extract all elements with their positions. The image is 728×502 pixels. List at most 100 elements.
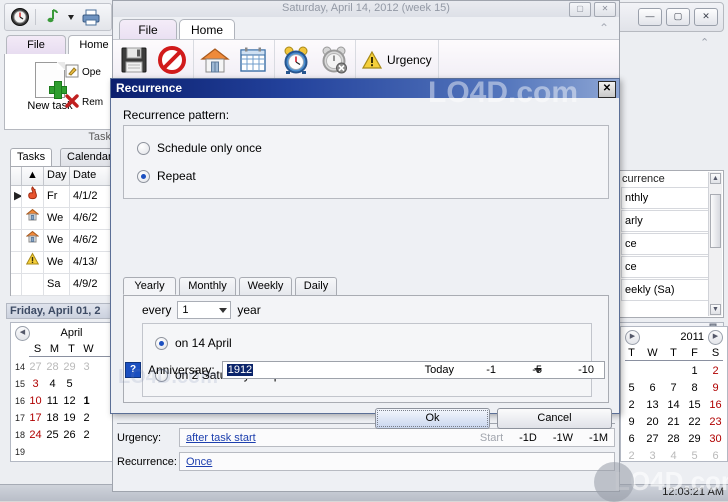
calendar-day[interactable]: 27 — [27, 361, 44, 373]
ribbon-tab-file[interactable]: File — [6, 35, 66, 55]
option-on-date[interactable]: on 14 April — [155, 336, 232, 350]
calendar-day[interactable]: 22 — [684, 416, 705, 428]
close-icon[interactable]: ✕ — [594, 2, 616, 17]
list-item[interactable]: arly — [621, 210, 709, 232]
urgency-quick-start[interactable]: Start — [480, 432, 503, 444]
alarm-off-icon[interactable] — [319, 45, 349, 75]
calendar-day[interactable]: 27 — [642, 433, 663, 445]
tab-monthly[interactable]: Monthly — [179, 277, 236, 295]
calendar-day[interactable]: 12 — [61, 395, 78, 407]
calendar-day[interactable]: 30 — [705, 433, 726, 445]
anniversary-quick-minus5[interactable]: -5 — [532, 364, 542, 376]
calendar-day[interactable]: 15 — [684, 399, 705, 411]
calendar-day[interactable]: 26 — [61, 429, 78, 441]
urgency-quick-1d[interactable]: -1D — [519, 432, 537, 444]
recurrence-value[interactable]: Once — [186, 456, 212, 468]
anniversary-input[interactable]: 1912 Today -1 -5 -10 — [221, 361, 605, 379]
collapse-ribbon-chevron-icon[interactable]: ⌃ — [599, 21, 609, 35]
calendar-day[interactable]: 2 — [705, 365, 726, 377]
calendar-day[interactable]: 29 — [61, 361, 78, 373]
mini-calendar-right[interactable]: ▶ 2011 ▶ T W T F S 1 2 5 6 7 8 9 2 13 14… — [620, 326, 728, 462]
tab-weekly[interactable]: Weekly — [239, 277, 292, 295]
anniversary-quick-minus10[interactable]: -10 — [578, 364, 594, 376]
recurrence-field[interactable]: Once — [179, 452, 615, 471]
recurrence-frequency-tabs[interactable]: Yearly Monthly Weekly Daily — [123, 277, 609, 295]
calendar-day[interactable]: 25 — [44, 429, 61, 441]
calendar-day[interactable]: 14 — [663, 399, 684, 411]
maximize-icon[interactable]: ▢ — [666, 8, 690, 26]
calendar-day[interactable]: 5 — [684, 450, 705, 462]
list-item[interactable]: ce — [621, 233, 709, 255]
urgency-quick-1m[interactable]: -1M — [589, 432, 608, 444]
calendar-day[interactable]: 19 — [61, 412, 78, 424]
option-repeat[interactable]: Repeat — [137, 169, 196, 183]
task-window-controls[interactable]: ▢ ✕ — [569, 2, 616, 17]
calendar-day[interactable]: 17 — [27, 412, 44, 424]
anniversary-quick-today[interactable]: Today — [425, 364, 454, 376]
calendar-day[interactable]: 6 — [621, 433, 642, 445]
calendar-day[interactable]: 6 — [642, 382, 663, 394]
calendar-day[interactable]: 24 — [27, 429, 44, 441]
open-task-button[interactable]: Ope — [65, 64, 101, 78]
calendar-day[interactable]: 28 — [663, 433, 684, 445]
music-note-icon[interactable] — [41, 7, 61, 27]
calendar-day[interactable]: 6 — [705, 450, 726, 462]
option-schedule-only-once[interactable]: Schedule only once — [137, 141, 262, 155]
urgency-field[interactable]: after task start Start -1D -1W -1M — [179, 428, 615, 447]
list-item[interactable]: ce — [621, 256, 709, 278]
chevron-down-icon[interactable] — [219, 308, 228, 313]
calendar-day[interactable]: 1 — [78, 395, 95, 407]
urgency-quick-buttons[interactable]: Start -1D -1W -1M — [480, 432, 608, 444]
scroll-up-icon[interactable]: ▲ — [710, 173, 721, 184]
save-icon[interactable] — [119, 45, 149, 75]
table-row[interactable]: We 4/6/2 — [11, 230, 121, 252]
close-icon[interactable]: ✕ — [598, 81, 616, 98]
radio-icon[interactable] — [155, 336, 168, 350]
cancel-button[interactable]: Cancel — [497, 408, 612, 429]
scrollbar-thumb[interactable] — [710, 194, 721, 248]
grid-col-sort[interactable]: ▲ — [22, 167, 44, 185]
interval-combobox[interactable]: 1 — [177, 301, 232, 319]
next-month-icon[interactable]: ▶ — [708, 329, 723, 345]
vertical-scrollbar[interactable]: ▲ ▼ — [708, 172, 722, 316]
calendar-day[interactable]: 23 — [705, 416, 726, 428]
prev-month-icon[interactable]: ▶ — [625, 329, 640, 345]
calendar-day[interactable]: 5 — [61, 378, 78, 390]
calendar-day[interactable]: 2 — [621, 399, 642, 411]
alarm-clock-icon[interactable] — [281, 45, 311, 75]
task-tab-file[interactable]: File — [119, 19, 177, 41]
calendar-day[interactable]: 8 — [684, 382, 705, 394]
close-icon[interactable]: ✕ — [694, 8, 718, 26]
calendar-day[interactable]: 2 — [78, 412, 95, 424]
clock-icon[interactable] — [10, 7, 30, 27]
urgency-warning-icon[interactable] — [361, 50, 383, 70]
minimize-icon[interactable]: — — [638, 8, 662, 26]
anniversary-quick-minus1[interactable]: -1 — [486, 364, 496, 376]
collapse-ribbon-chevron-icon[interactable]: ⌃ — [700, 36, 709, 49]
tab-daily[interactable]: Daily — [295, 277, 337, 295]
calendar-day[interactable]: 3 — [27, 378, 44, 390]
table-row[interactable]: ▶ Fr 4/1/2 — [11, 186, 121, 208]
calendar-day[interactable]: 21 — [663, 416, 684, 428]
table-row[interactable]: We 4/13/ — [11, 252, 121, 274]
left-panel-tabs[interactable]: Tasks Calendar — [10, 148, 119, 166]
table-row[interactable]: Sa 4/9/2 — [11, 274, 121, 296]
calendar-day[interactable]: 9 — [705, 382, 726, 394]
urgency-quick-1w[interactable]: -1W — [553, 432, 573, 444]
scroll-down-icon[interactable]: ▼ — [710, 304, 721, 315]
calendar-day[interactable]: 16 — [705, 399, 726, 411]
calendar-day[interactable]: 3 — [78, 361, 95, 373]
calendar-day[interactable]: 4 — [663, 450, 684, 462]
calendar-day[interactable]: 28 — [44, 361, 61, 373]
calendar-day[interactable]: 2 — [621, 450, 642, 462]
prev-month-icon[interactable]: ◀ — [15, 325, 30, 341]
calendar-day[interactable]: 9 — [621, 416, 642, 428]
help-icon[interactable]: ? — [125, 362, 141, 378]
radio-icon[interactable] — [137, 169, 150, 183]
calendar-nav[interactable]: ◀ April — [11, 323, 117, 343]
recurrence-list[interactable]: currence nthly arly ce ce eekly (Sa) ▲ ▼ — [618, 170, 724, 318]
task-ribbon-tabs[interactable]: File Home — [113, 17, 619, 41]
calendar-day[interactable]: 13 — [642, 399, 663, 411]
calendar-day[interactable]: 1 — [684, 365, 705, 377]
ok-button[interactable]: Ok — [375, 408, 490, 429]
